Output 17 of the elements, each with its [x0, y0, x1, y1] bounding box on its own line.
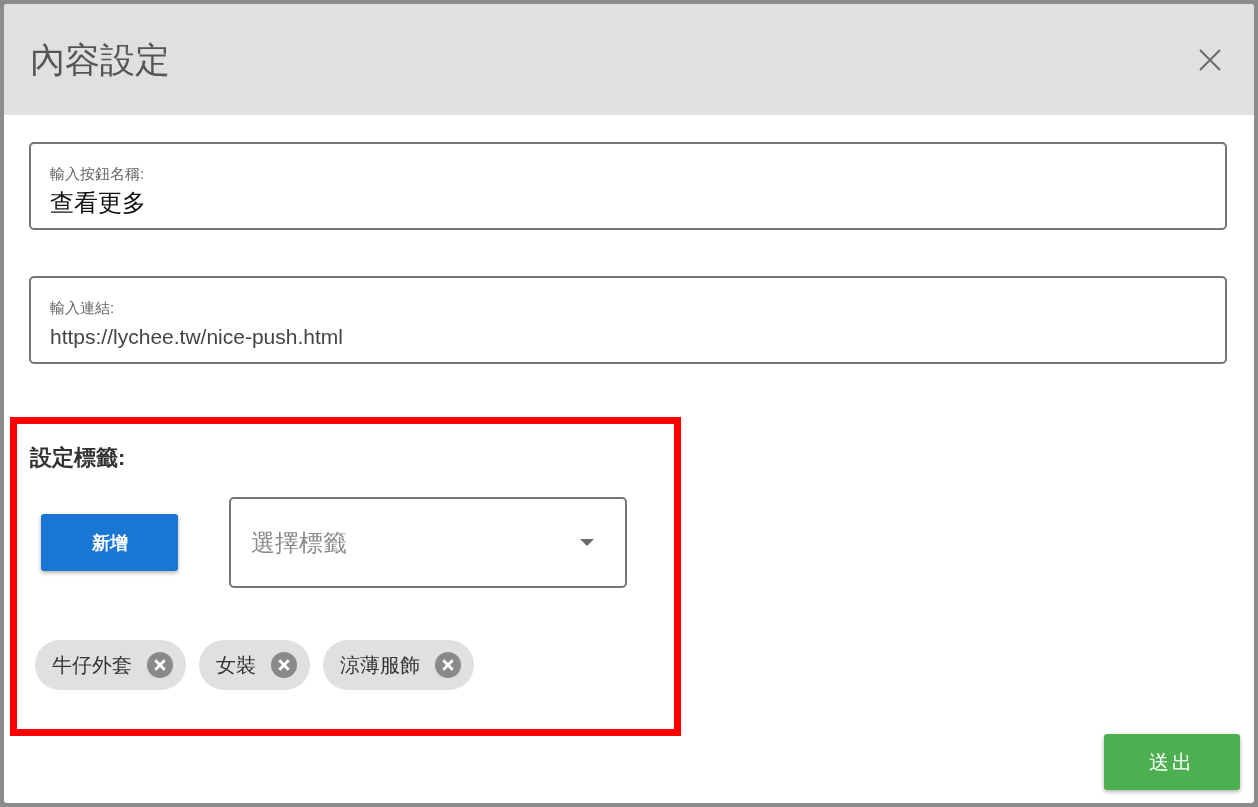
close-circle-icon[interactable] [435, 652, 461, 678]
section-title: 設定標籤: [30, 444, 126, 472]
input-field[interactable]: 輸入按鈕名稱: 查看更多 [29, 142, 1227, 230]
dialog-title: 內容設定 [30, 38, 170, 81]
tag-label: 牛仔外套 [52, 653, 132, 678]
close-circle-icon[interactable] [271, 652, 297, 678]
add-button[interactable]: 新增 [41, 514, 178, 571]
field-label: 輸入按鈕名稱: [50, 164, 145, 184]
caret-icon [580, 539, 594, 546]
input-field[interactable]: 輸入連結: https://lychee.tw/nice-push.html [29, 276, 1227, 364]
select-field[interactable]: 選擇標籤 [229, 497, 627, 588]
submit-button[interactable]: 送出 [1104, 734, 1240, 790]
close-circle-icon[interactable] [147, 652, 173, 678]
close-icon[interactable] [1199, 48, 1221, 71]
tag-label: 涼薄服飾 [340, 653, 420, 678]
field-label: 輸入連結: [50, 298, 115, 318]
tag-label: 女裝 [216, 653, 256, 678]
